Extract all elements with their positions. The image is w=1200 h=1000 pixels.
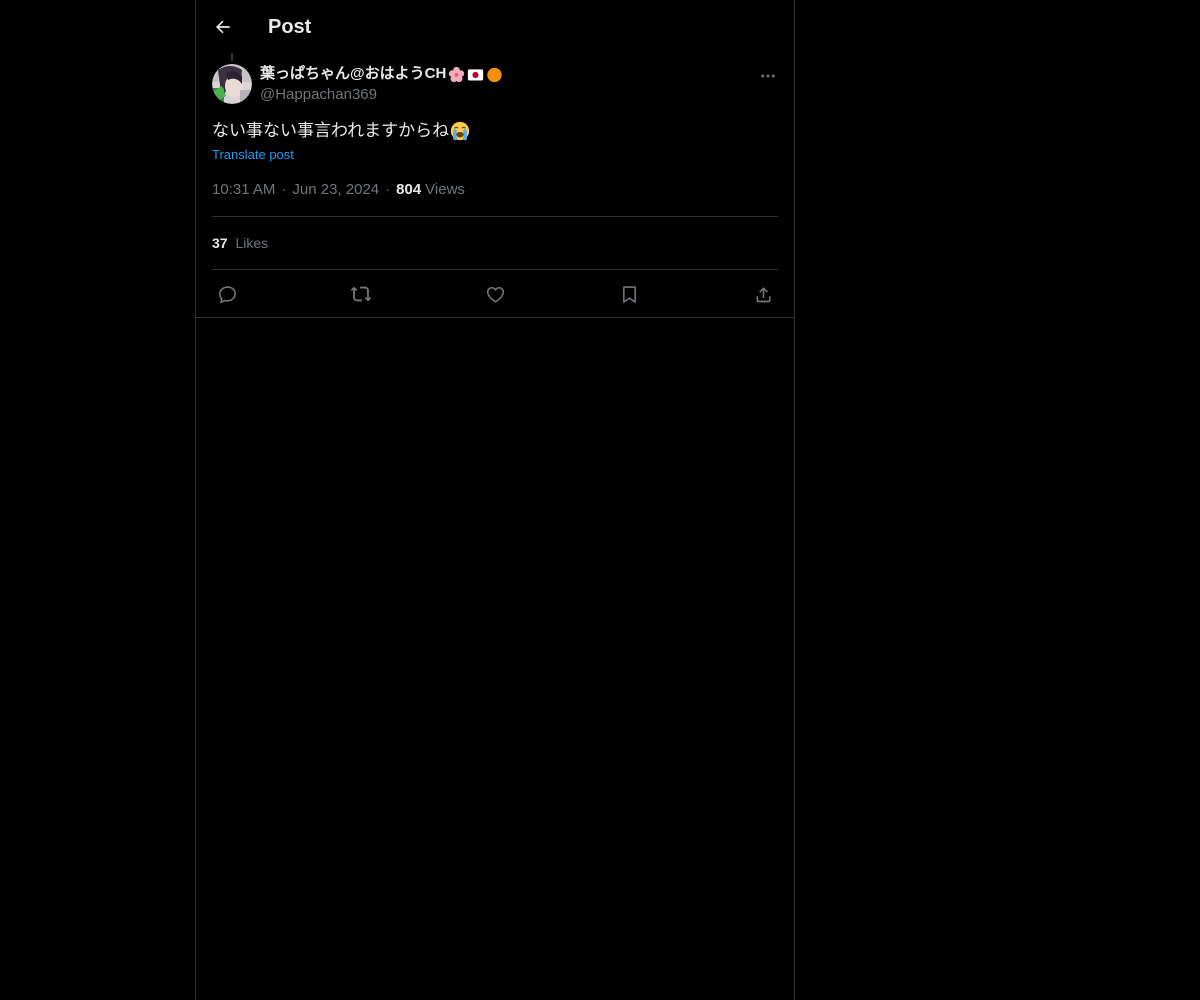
display-name-text: 葉っぱちゃん@おはようCH [260,65,447,82]
translate-post-link[interactable]: Translate post [212,146,294,164]
bookmark-button[interactable] [614,280,644,308]
post-meta: 10:31 AM · Jun 23, 2024 · 804 Views [212,180,465,200]
more-options-button[interactable] [756,66,780,86]
post-date[interactable]: Jun 23, 2024 [292,180,379,200]
views-count: 804 [396,181,422,198]
share-button[interactable] [748,280,778,308]
meta-separator: · [385,181,391,198]
repost-icon [350,286,372,302]
author-handle[interactable]: @Happachan369 [260,85,503,105]
repost-button[interactable] [346,280,376,308]
back-button[interactable] [208,12,238,42]
likes-count: 37 [212,235,228,251]
more-horizontal-icon [761,74,775,78]
author-block: 葉っぱちゃん@おはようCH @Happachan369 [260,64,503,105]
post-time[interactable]: 10:31 AM [212,180,275,200]
page-title: Post [268,16,312,38]
arrow-left-icon [216,20,230,34]
meta-separator: · [281,181,287,198]
avatar[interactable] [212,64,252,104]
page-header: Post [196,0,794,53]
cherry-blossom-emoji-icon [449,66,465,82]
action-bar [212,280,778,308]
post-bottom-border [196,317,794,318]
avatar-image [212,64,252,104]
share-icon [756,286,770,302]
author-display-name[interactable]: 葉っぱちゃん@おはようCH [260,64,503,84]
views-label: Views [425,181,465,198]
loudly-crying-face-emoji-icon [450,121,470,141]
divider [212,216,778,217]
reply-icon [218,285,236,303]
bookmark-icon [622,285,636,303]
main-column: Post 葉っぱちゃん@おはようCH @Happachan369 ない事ない事言… [195,0,795,1000]
post-text: ない事ない事言われますからね [212,118,471,144]
post-text-content: ない事ない事言われますからね [212,121,450,140]
thread-connector-line [231,53,233,61]
divider [212,269,778,270]
orange-circle-emoji-icon [487,67,503,82]
japan-flag-emoji-icon [468,68,484,80]
heart-icon [486,286,504,303]
likes-summary[interactable]: 37 Likes [212,233,268,253]
like-button[interactable] [480,280,510,308]
reply-button[interactable] [212,280,242,308]
likes-label: Likes [235,235,269,251]
